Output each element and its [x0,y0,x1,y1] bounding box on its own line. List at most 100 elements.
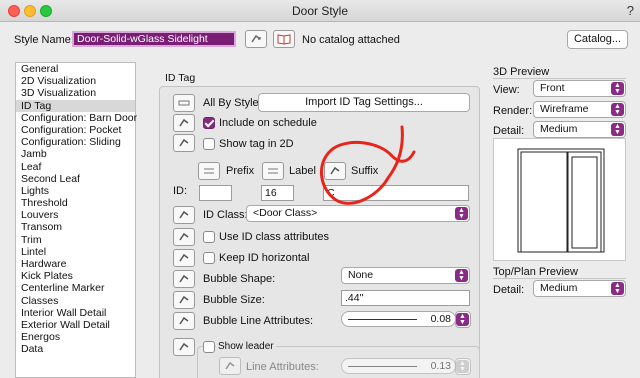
import-id-tag-settings-button[interactable]: Import ID Tag Settings... [258,93,470,112]
include-on-schedule-checkbox[interactable] [203,117,215,129]
sidebar-item-jamb[interactable]: Jamb [16,148,135,160]
render-select[interactable]: Wireframe ▲ ▼ [533,101,626,118]
sidebar-item-configuration-sliding[interactable]: Configuration: Sliding [16,136,135,148]
sidebar-item-id-tag[interactable]: ID Tag [16,99,135,112]
by-style-icon [179,138,189,147]
sidebar-item-kick-plates[interactable]: Kick Plates [16,270,135,282]
detail-3d-select[interactable]: Medium ▲ ▼ [533,121,626,138]
category-list[interactable]: General 2D Visualization 3D Visualizatio… [15,62,137,378]
top-plan-divider [493,278,626,279]
catalog-book-button[interactable] [273,30,295,48]
use-id-class-attrs-checkbox[interactable] [203,231,215,243]
id-class-style-toggle[interactable] [173,206,195,224]
prefix-field[interactable] [199,185,232,201]
chevron-updown-icon: ▲ ▼ [455,207,468,220]
preview-3d-title: 3D Preview [493,66,550,78]
include-on-schedule-label: Include on schedule [219,117,317,129]
book-icon [277,34,291,45]
line-attr-label: Line Attributes: [246,361,319,373]
view-select[interactable]: Front ▲ ▼ [533,80,626,97]
sidebar-item-trim[interactable]: Trim [16,234,135,246]
sidebar-item-leaf[interactable]: Leaf [16,161,135,173]
bubble-line-attr-popup[interactable]: ▲ ▼ [455,311,471,328]
chevron-updown-icon: ▲ ▼ [456,360,469,373]
all-by-style-label: All By Style [203,97,259,109]
sidebar-item-lights[interactable]: Lights [16,185,135,197]
bubble-line-attr-value: 0.08 [430,313,451,325]
bubble-shape-select[interactable]: None ▲ ▼ [341,267,470,284]
by-style-icon [179,295,189,304]
bubble-shape-style-toggle[interactable] [173,270,195,288]
sidebar-item-centerline-marker[interactable]: Centerline Marker [16,282,135,294]
use-id-class-attrs-label: Use ID class attributes [219,231,330,243]
sidebar-item-interior-wall-detail[interactable]: Interior Wall Detail [16,307,135,319]
by-instance-icon [178,100,190,106]
section-title: ID Tag [165,72,196,84]
sidebar-item-louvers[interactable]: Louvers [16,209,135,221]
sidebar-item-configuration-barn-door[interactable]: Configuration: Barn Door [16,112,137,124]
preview-3d-canvas [493,138,626,261]
sidebar-item-transom[interactable]: Transom [16,221,135,233]
include-on-schedule-style-toggle[interactable] [173,114,195,132]
sidebar-item-classes[interactable]: Classes [16,295,135,307]
show-leader-checkbox[interactable] [203,341,215,353]
id-class-select[interactable]: <Door Class> ▲ ▼ [246,205,470,222]
bubble-shape-value: None [348,269,374,281]
sidebar-item-configuration-pocket[interactable]: Configuration: Pocket [16,124,135,136]
bubble-size-label: Bubble Size: [203,294,265,306]
top-plan-preview-title: Top/Plan Preview [493,266,578,278]
show-tag-2d-checkbox[interactable] [203,138,215,150]
detail-3d-label: Detail: [493,125,525,137]
all-by-style-toggle[interactable] [173,94,195,112]
by-style-icon [179,342,189,351]
by-style-icon [225,361,235,370]
chevron-updown-icon: ▲ ▼ [456,313,469,326]
sidebar-item-hardware[interactable]: Hardware [16,258,135,270]
bubble-line-attr-style-toggle[interactable] [173,312,195,330]
keep-id-horizontal-checkbox[interactable] [203,252,215,264]
sidebar-item-2d-visualization[interactable]: 2D Visualization [16,75,135,87]
chevron-updown-icon: ▲ ▼ [455,269,468,282]
detail-plan-value: Medium [540,282,578,294]
by-instance-icon [204,168,214,174]
by-style-icon [179,232,189,241]
sidebar-item-general[interactable]: General [16,63,135,75]
show-leader-style-toggle[interactable] [173,338,195,356]
prefix-by-instance-toggle[interactable] [198,162,220,180]
sidebar-item-second-leaf[interactable]: Second Leaf [16,173,135,185]
line-attr-popup[interactable]: ▲ ▼ [455,358,471,375]
keep-id-horizontal-label: Keep ID horizontal [219,252,310,264]
chevron-updown-icon: ▲ ▼ [611,282,624,295]
by-style-icon [179,118,189,127]
line-attr-style-toggle[interactable] [219,357,241,375]
show-tag-2d-label: Show tag in 2D [219,138,294,150]
by-style-icon [251,34,261,43]
sidebar-item-data[interactable]: Data [16,343,135,355]
bubble-line-attr-field[interactable]: 0.08 [341,311,456,327]
catalog-button[interactable]: Catalog... [567,30,628,49]
view-label: View: [493,84,520,96]
line-attr-field[interactable]: 0.13 [341,358,456,374]
use-id-class-attrs-style-toggle[interactable] [173,228,195,246]
bubble-size-style-toggle[interactable] [173,291,195,309]
label-by-instance-toggle[interactable] [262,162,284,180]
bubble-size-field[interactable]: .44" [341,290,470,306]
label-field[interactable]: 16 [261,185,294,201]
sidebar-item-threshold[interactable]: Threshold [16,197,135,209]
suffix-by-style-toggle[interactable] [324,162,346,180]
style-by-instance-button[interactable] [245,30,267,48]
suffix-field[interactable]: C [323,185,469,201]
by-style-icon [179,316,189,325]
sidebar-item-3d-visualization[interactable]: 3D Visualization [16,87,135,99]
by-style-icon [179,274,189,283]
keep-id-horizontal-style-toggle[interactable] [173,249,195,267]
sidebar-item-lintel[interactable]: Lintel [16,246,135,258]
show-tag-2d-style-toggle[interactable] [173,134,195,152]
help-icon[interactable]: ? [627,3,634,18]
sidebar-item-energos[interactable]: Energos [16,331,135,343]
preview-3d-divider [493,78,626,79]
style-name-field[interactable]: Door-Solid-wGlass Sidelight [72,31,236,47]
detail-plan-select[interactable]: Medium ▲ ▼ [533,280,626,297]
chevron-updown-icon: ▲ ▼ [611,103,624,116]
sidebar-item-exterior-wall-detail[interactable]: Exterior Wall Detail [16,319,135,331]
